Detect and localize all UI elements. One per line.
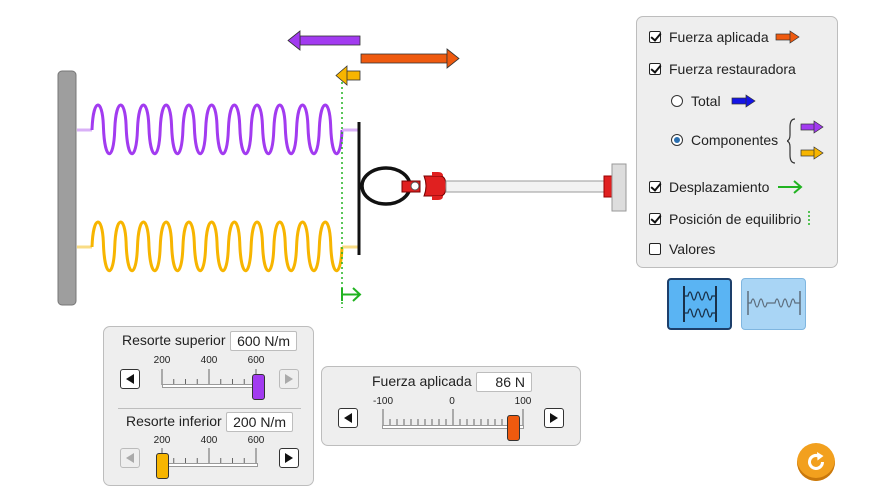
top-spring-increase-button[interactable] — [279, 369, 299, 389]
total-label: Total — [691, 93, 721, 109]
bottom-spring-value: 200 N/m — [226, 412, 293, 432]
left-arrow-icon — [126, 453, 134, 463]
equilibrium-checkbox-row[interactable]: Posición de equilibrio — [649, 210, 812, 228]
options-panel: Fuerza aplicada Fuerza restauradora Tota… — [636, 16, 838, 268]
displacement-arrow — [341, 287, 362, 302]
restoring-force-bottom-arrow — [335, 65, 361, 86]
top-tick-label: 200 — [153, 355, 171, 366]
force-increase-button[interactable] — [544, 408, 564, 428]
bottom-spring-title: Resorte inferior — [126, 413, 222, 429]
components-arrows-icon — [787, 118, 824, 164]
top-tick-label: 600 — [247, 355, 265, 366]
top-spring-slider-thumb[interactable] — [251, 374, 265, 400]
bottom-spring-slider-thumb[interactable] — [155, 453, 169, 479]
top-spring-slider-track[interactable] — [162, 384, 258, 388]
restoring-force-label: Fuerza restauradora — [669, 61, 796, 77]
reset-button[interactable] — [797, 443, 835, 481]
components-label: Componentes — [691, 132, 779, 148]
equilibrium-checkbox[interactable] — [649, 213, 661, 225]
parallel-springs-icon — [683, 286, 717, 322]
reset-icon — [808, 452, 824, 470]
force-tick-label: -100 — [372, 396, 394, 407]
green-dotted-line-icon — [808, 211, 811, 227]
values-checkbox[interactable] — [649, 243, 661, 255]
parallel-view-button[interactable] — [667, 278, 732, 330]
displacement-checkbox-row[interactable]: Desplazamiento — [649, 179, 805, 195]
spring-constant-panel: Resorte superior 600 N/m 200 400 600 Res… — [103, 326, 314, 486]
force-slider-thumb[interactable] — [506, 415, 520, 441]
force-decrease-button[interactable] — [338, 408, 358, 428]
applied-force-arrow — [360, 48, 460, 69]
force-tick-label: 0 — [449, 396, 455, 407]
robot-hand-icon[interactable] — [360, 163, 627, 212]
values-label: Valores — [669, 241, 716, 257]
equilibrium-label: Posición de equilibrio — [669, 211, 802, 227]
bottom-spring-slider-track[interactable] — [162, 463, 258, 467]
force-slider-track[interactable] — [382, 425, 524, 429]
series-springs-icon — [747, 291, 801, 315]
bottom-spring-decrease-button[interactable] — [120, 448, 140, 468]
applied-force-value: 86 N — [476, 372, 532, 392]
components-radio-row[interactable]: Componentes — [671, 132, 778, 148]
applied-force-label: Fuerza aplicada — [669, 29, 769, 45]
top-spring-title: Resorte superior — [122, 332, 226, 348]
top-spring-value: 600 N/m — [230, 331, 297, 351]
wall-icon — [57, 70, 77, 306]
values-checkbox-row[interactable]: Valores — [649, 241, 715, 257]
displacement-checkbox[interactable] — [649, 181, 661, 193]
applied-force-title: Fuerza aplicada — [372, 373, 472, 389]
left-arrow-icon — [344, 413, 352, 423]
applied-force-checkbox-row[interactable]: Fuerza aplicada — [649, 29, 801, 45]
displacement-label: Desplazamiento — [669, 179, 770, 195]
right-arrow-icon — [550, 413, 558, 423]
bottom-tick-label: 200 — [153, 435, 171, 446]
green-arrow-icon — [778, 180, 803, 194]
top-spring-decrease-button[interactable] — [120, 369, 140, 389]
blue-arrow-icon — [731, 94, 756, 108]
series-view-button[interactable] — [741, 278, 806, 330]
right-arrow-icon — [285, 374, 293, 384]
applied-force-checkbox[interactable] — [649, 31, 661, 43]
restoring-force-checkbox[interactable] — [649, 63, 661, 75]
restoring-force-checkbox-row[interactable]: Fuerza restauradora — [649, 61, 796, 77]
total-radio[interactable] — [671, 95, 683, 107]
left-arrow-icon — [126, 374, 134, 384]
total-radio-row[interactable]: Total — [671, 93, 757, 109]
force-tick-label: 100 — [514, 396, 532, 407]
top-spring — [77, 103, 358, 156]
right-arrow-icon — [285, 453, 293, 463]
components-radio[interactable] — [671, 134, 683, 146]
bottom-spring-increase-button[interactable] — [279, 448, 299, 468]
top-tick-label: 400 — [200, 355, 218, 366]
orange-arrow-icon — [775, 30, 800, 44]
panel-divider — [118, 408, 301, 409]
restoring-force-top-arrow — [287, 30, 361, 51]
bottom-tick-label: 400 — [200, 435, 218, 446]
bottom-tick-label: 600 — [247, 435, 265, 446]
applied-force-panel: Fuerza aplicada 86 N -100 0 100 — [321, 366, 581, 446]
bottom-spring — [77, 220, 358, 273]
